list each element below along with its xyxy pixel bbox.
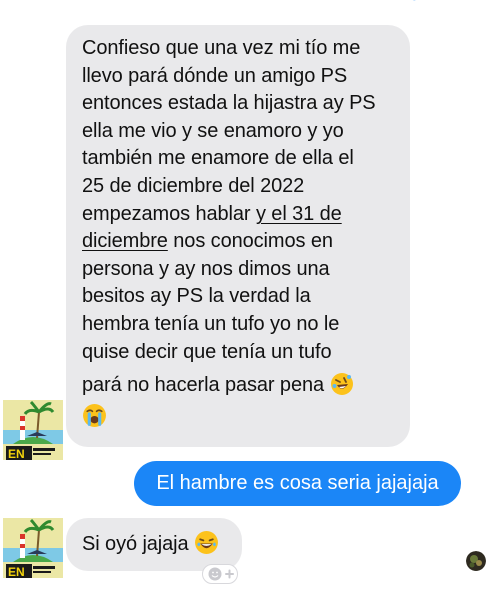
message-line: entonces estada la hijastra ay PS bbox=[82, 92, 376, 115]
sent-message-bubble[interactable]: El hambre es cosa seria jajajaja bbox=[134, 461, 461, 506]
message-text: nos conocimos en bbox=[167, 230, 333, 253]
message-line: también me enamore de ella el bbox=[82, 147, 354, 170]
message-line: empezamos hablar y el 31 de bbox=[82, 201, 400, 229]
message-line: hembra tenía un tufo yo no le bbox=[82, 312, 340, 335]
message-line: Confieso que una vez mi tío me bbox=[82, 37, 361, 59]
date-link[interactable]: y el 31 de bbox=[256, 203, 342, 225]
message-line: diciembre nos conocimos en bbox=[82, 228, 400, 256]
rolling-laughing-emoji-icon bbox=[330, 372, 353, 395]
message-line: persona y ay nos dimos una bbox=[82, 257, 330, 280]
message-line: quise decir que tenía un tufo bbox=[82, 340, 332, 363]
seen-avatar bbox=[466, 551, 486, 571]
crying-face-emoji-icon bbox=[83, 403, 106, 427]
message-line: llevo pará dónde un amigo PS bbox=[82, 64, 348, 87]
message-line: ella me vio y se enamoro y yo bbox=[82, 119, 344, 142]
message-line bbox=[82, 403, 400, 432]
message-text: pará no hacerla pasar pena bbox=[82, 374, 325, 397]
sender-avatar[interactable]: EN bbox=[3, 518, 63, 578]
message-text: empezamos hablar bbox=[82, 202, 256, 225]
sender-avatar[interactable]: EN bbox=[3, 400, 63, 460]
date-link[interactable]: diciembre bbox=[82, 230, 168, 252]
received-message-bubble[interactable]: Confieso que una vez mi tío me llevo par… bbox=[66, 25, 410, 447]
avatar-logo-text: EN bbox=[8, 565, 25, 578]
message-text: Si oyó jajaja bbox=[82, 533, 189, 555]
message-line: pará no hacerla pasar pena bbox=[82, 372, 400, 400]
add-reaction-icon[interactable] bbox=[202, 564, 238, 584]
top-cut-icon bbox=[412, 0, 416, 1]
avatar-logo-text: EN bbox=[8, 447, 25, 460]
chat-screen: Confieso que una vez mi tío me llevo par… bbox=[0, 0, 491, 600]
message-line: besitos ay PS la verdad la bbox=[82, 285, 311, 308]
grinning-sweat-emoji-icon bbox=[195, 531, 218, 555]
message-line: 25 de diciembre del 2022 bbox=[82, 174, 305, 197]
